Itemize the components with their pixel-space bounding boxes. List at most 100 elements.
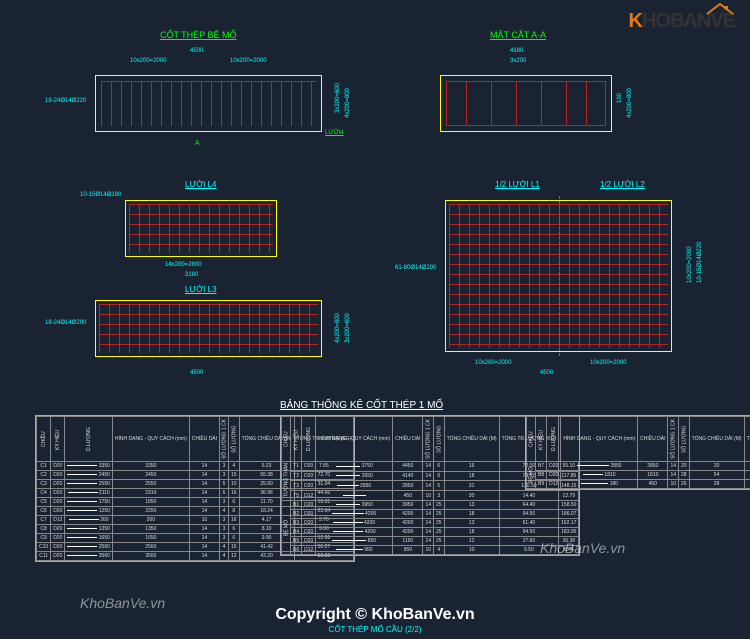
cell: 3 [220,533,229,542]
cell: D20 [51,488,65,497]
group-cell: BỆ MỐ [527,461,536,488]
drawing-luoi4 [125,200,277,257]
table-row: B5D20 850115014251227.6036.38 [282,537,579,546]
cell: 12.79 [559,491,579,501]
shape-cell: 2650 [316,471,393,481]
cell: 14 [423,461,434,471]
cell: 18.68 [744,479,750,488]
cell: 14 [668,461,679,470]
cell: 3 [220,524,229,533]
th: CHIỀU [282,417,291,462]
cell: 4450 [393,461,423,471]
cell: C9 [37,533,51,542]
cell: D20 [51,470,65,479]
cell: 16 [229,488,240,497]
dim: 3x200 [510,58,526,64]
shape-cell: 3950 [316,501,393,510]
cell: 1850 [112,497,189,506]
cell: 14 [189,479,219,488]
th: CHIỀU [527,417,536,462]
shape-cell: 260 [65,515,113,524]
table-row: B2D20 4200420014251894.50186.07 [282,510,579,519]
th: D.LƯỢNG [302,417,316,462]
dim: 10x200=2000 [130,58,167,64]
cell: 26 [679,479,690,488]
cell: 14 [189,524,219,533]
cell: C2 [37,470,51,479]
cell: 5 [434,481,445,491]
th: SỐ LƯỢNG [679,417,690,462]
cell: 2850 [638,461,668,470]
cell: C6 [37,506,51,515]
label-a: A [195,140,200,147]
dim: 14x200=2800 [165,262,202,268]
shape-cell: 4200 [316,510,393,519]
th: TỔNG CHIỀU DÀI (M) [689,417,744,462]
cell: D20 [302,537,316,546]
cell: 1350 [112,524,189,533]
cell: 14 [423,501,434,510]
th: KÝ HIỆU [536,417,547,462]
cell: 2550 [112,479,189,488]
cell: 6 [229,497,240,506]
cell: D12 [302,491,316,501]
dim: 10-15Ø14Ø180 [80,192,121,198]
cell: 2560 [112,542,189,551]
th: CHIỀU [37,417,51,462]
cell: C11 [37,551,51,560]
cell: 10 [444,546,499,555]
cell: 18 [444,471,499,481]
shape-cell: 950 [316,546,393,555]
cell: 3 [220,461,229,470]
dim: 18-24Ø14Ø220 [45,98,86,104]
cell: 3 [220,470,229,479]
dim: 4x200=800 [335,313,341,343]
shape-cell: 850 [316,537,393,546]
cell: 6 [434,471,445,481]
group-cell: TƯỜNG THÂN [282,461,291,500]
cell: B1 [291,501,302,510]
cell: B6 [291,546,302,555]
cell: D20 [51,551,65,560]
cell: D12 [302,546,316,555]
cell: 25 [434,510,445,519]
table-row: B9D12 18045010262818.6815.47 [527,479,750,488]
dim: 61-80Ø14Ø200 [395,265,436,271]
cell: 61.40 [499,519,559,528]
cell: 64.40 [499,501,559,510]
shape-cell: 2560 [65,542,113,551]
cell: B2 [291,510,302,519]
cell: D20 [51,533,65,542]
cell: C8 [37,524,51,533]
cell: 4 [220,551,229,560]
th: TỔNG CHIỀU DÀI (M) [444,417,499,462]
th: SỐ LƯỢNG [434,417,445,462]
cell: 183.95 [559,528,579,537]
cell: D20 [51,542,65,551]
dim: 18-24Ø14Ø200 [45,320,86,326]
dim: 4x200=800 [345,88,351,118]
cell: 3 [220,515,229,524]
logo-house-icon [705,2,735,18]
cell: T5 [291,491,302,501]
cell: 14 [189,551,219,560]
cell: 13 [444,519,499,528]
shape-cell: 1750 [65,497,113,506]
dim: 10-15Ø14Ø220 [697,242,703,283]
cell: C4 [37,488,51,497]
shape-cell: 2850 [561,461,638,470]
cell: 12 [444,537,499,546]
table-main-title: BẢNG THỐNG KÊ CỐT THÉP 1 MỐ [280,400,443,411]
cell: 16 [229,515,240,524]
th: CHIỀU DÀI [638,417,668,462]
shape-cell: 2110 [65,488,113,497]
drawing-luoi12 [445,200,672,352]
cell: 15 [229,470,240,479]
dim: 10x200=2000 [475,360,512,366]
watermark: KhoBanVe.vn [540,540,625,556]
cell: 14 [189,488,219,497]
cell: C1 [37,461,51,470]
cell: T2 [291,471,302,481]
cell: 16 [229,542,240,551]
cell: 25 [434,528,445,537]
